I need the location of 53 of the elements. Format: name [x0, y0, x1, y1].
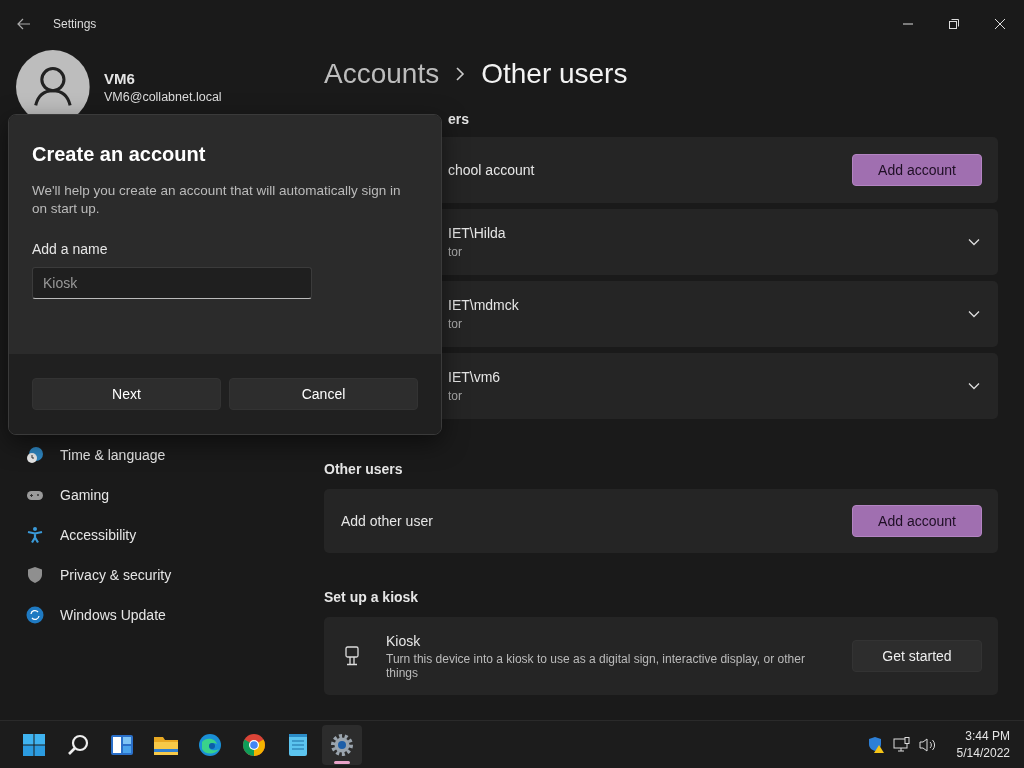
- nav-item[interactable]: Accessibility: [26, 515, 296, 555]
- row-label: Add other user: [341, 513, 433, 529]
- user-account-name: IET\mdmck: [448, 297, 519, 313]
- widgets-icon: [110, 732, 134, 757]
- dialog-title: Create an account: [32, 143, 207, 166]
- dialog-button[interactable]: Next: [32, 378, 221, 410]
- section-heading: Other users: [324, 460, 404, 479]
- gear-icon: [330, 732, 354, 757]
- breadcrumb-link[interactable]: Accounts: [324, 58, 440, 90]
- shield-warning-icon[interactable]: [866, 735, 885, 754]
- user-role: tor: [448, 245, 463, 259]
- person-icon: [26, 526, 44, 544]
- page-title: Other users: [481, 58, 628, 90]
- taskbar-app[interactable]: [322, 724, 362, 765]
- kiosk-icon: [344, 646, 360, 666]
- add-account-button[interactable]: Add account: [852, 154, 982, 186]
- user-name: VM6: [104, 70, 136, 87]
- user-email: VM6@collabnet.local: [104, 90, 222, 104]
- nav-item[interactable]: Gaming: [26, 475, 296, 515]
- close-icon[interactable]: [994, 18, 1006, 30]
- chrome-icon: [242, 732, 266, 757]
- edge-icon: [198, 732, 222, 757]
- network-icon[interactable]: [892, 736, 911, 753]
- user-role: tor: [448, 317, 463, 331]
- window-title: Settings: [53, 17, 97, 31]
- kiosk-title: Kiosk: [386, 632, 422, 649]
- user-role: tor: [448, 389, 463, 403]
- section-heading: Set up a kiosk: [324, 588, 420, 607]
- field-label: Add a name: [32, 241, 109, 257]
- sync-icon: [26, 606, 44, 624]
- chevron-right-icon: [455, 67, 466, 81]
- volume-icon[interactable]: [918, 736, 937, 753]
- search-icon: [66, 732, 90, 757]
- kiosk-description: Turn this device into a kiosk to use as a digital sign, interactive display, or other things: [386, 651, 806, 680]
- clock-time[interactable]: 3:44 PM: [965, 729, 1010, 743]
- user-account-name: IET\vm6: [448, 369, 501, 385]
- section-heading: ers: [448, 110, 471, 129]
- dialog-button[interactable]: Cancel: [229, 378, 418, 410]
- add-account-button[interactable]: Add account: [852, 505, 982, 537]
- user-account-name: IET\Hilda: [448, 225, 506, 241]
- shield-icon: [26, 566, 44, 584]
- globe-clock-icon: [26, 446, 44, 464]
- nav-item[interactable]: Windows Update: [26, 595, 296, 635]
- get-started-button[interactable]: Get started: [852, 640, 982, 672]
- row-label: chool account: [448, 162, 535, 178]
- restore-icon[interactable]: [948, 18, 960, 30]
- windows-logo-icon: [22, 732, 46, 757]
- back-icon[interactable]: [17, 18, 31, 30]
- name-field[interactable]: Kiosk: [32, 267, 312, 299]
- clock-date[interactable]: 5/14/2022: [956, 746, 1010, 760]
- nav-item[interactable]: Time & language: [26, 435, 296, 475]
- notepad-icon: [287, 732, 309, 757]
- nav-item[interactable]: Privacy & security: [26, 555, 296, 595]
